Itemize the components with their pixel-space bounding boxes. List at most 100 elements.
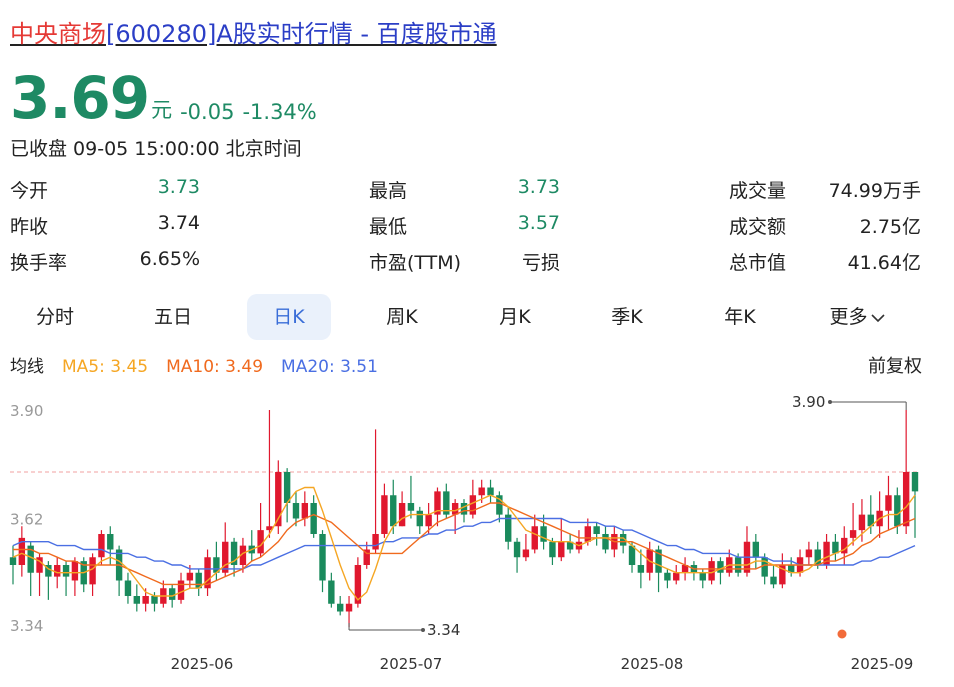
- candle-body: [107, 534, 114, 550]
- candle-body: [133, 596, 141, 604]
- ma5-legend: MA5: 3.45: [62, 357, 149, 377]
- candle-body: [708, 561, 715, 581]
- stat-value: 41.64亿: [847, 252, 921, 274]
- adjust-toggle[interactable]: 前复权: [868, 352, 922, 378]
- stat-value: 3.73: [517, 176, 560, 198]
- candle-body: [398, 503, 406, 527]
- candle-body: [168, 588, 176, 600]
- y-tick-label: 3.62: [10, 511, 43, 529]
- low-label: 3.34: [427, 621, 460, 639]
- kline-chart[interactable]: 3.90 3.62 3.34 3.90 3.34 2025-06 2025-07 2025-0…: [0, 390, 954, 687]
- candle-body: [885, 495, 892, 511]
- stat-label: 成交额: [729, 216, 787, 238]
- tab-2[interactable]: 日K: [247, 294, 331, 340]
- ma-label: 均线: [10, 357, 44, 377]
- ma20-line: [12, 517, 916, 570]
- candle-body: [89, 557, 96, 585]
- candle-body: [593, 526, 600, 534]
- page-title[interactable]: 中央商场[600280]A股实时行情 - 百度股市通: [10, 14, 497, 49]
- stat-label: 成交量: [729, 180, 787, 202]
- stat-label: 最高: [369, 180, 408, 202]
- tab-label: 更多: [829, 306, 868, 328]
- candle-body: [54, 565, 61, 577]
- ma10-legend: MA10: 3.49: [166, 357, 264, 377]
- candle-body: [390, 495, 397, 527]
- tab-label: 五日: [153, 306, 192, 328]
- candle-body: [292, 503, 300, 519]
- candle-body: [752, 541, 760, 558]
- candle-body: [62, 565, 70, 577]
- x-tick-label: 2025-06: [171, 655, 234, 673]
- candle-body: [372, 534, 379, 550]
- stock-name[interactable]: 中央商场: [10, 20, 106, 48]
- candle-body: [478, 487, 485, 496]
- price-unit: 元: [151, 98, 173, 122]
- price-change: -0.05: [180, 100, 235, 124]
- candle-body: [584, 526, 592, 542]
- candle-body: [124, 580, 132, 596]
- price-change-pct: -1.34%: [242, 100, 317, 124]
- current-price: 3.69: [10, 64, 150, 132]
- stat-label: 换手率: [10, 252, 68, 274]
- candle-body: [522, 549, 530, 558]
- candle-body: [222, 541, 229, 573]
- candle-body: [770, 576, 777, 585]
- candle-body: [186, 572, 194, 581]
- tab-label: 季K: [611, 306, 643, 328]
- stat-label: 昨收: [10, 216, 49, 238]
- candle-body: [628, 545, 636, 565]
- candle-body: [336, 603, 344, 612]
- stock-title-rest[interactable]: [600280]A股实时行情 - 百度股市通: [106, 20, 497, 48]
- high-label: 3.90: [792, 393, 825, 411]
- candle-body: [664, 572, 671, 581]
- x-tick-label: 2025-09: [851, 655, 914, 673]
- stat-value: 3.57: [517, 212, 560, 234]
- candle-body: [460, 503, 468, 515]
- candle-body: [328, 580, 335, 604]
- candle-body: [894, 495, 901, 527]
- low-dot: [421, 628, 425, 632]
- x-tick-label: 2025-07: [380, 655, 443, 673]
- stat-value: 3.73: [157, 176, 200, 198]
- tab-5[interactable]: 季K: [585, 294, 669, 340]
- candle-body: [301, 503, 309, 519]
- tab-4[interactable]: 月K: [473, 294, 557, 340]
- stat-value: 3.74: [157, 212, 200, 234]
- candle-body: [345, 603, 353, 612]
- price-row: 3.69元 -0.05 -1.34%: [10, 66, 317, 130]
- stat-label: 总市值: [729, 252, 787, 274]
- candle-body: [717, 561, 724, 573]
- tab-7[interactable]: 更多: [815, 294, 899, 340]
- high-dot: [828, 400, 832, 404]
- tab-label: 日K: [273, 306, 305, 328]
- ma20-legend: MA20: 3.51: [281, 357, 378, 377]
- stat-value: 6.65%: [139, 248, 200, 270]
- tab-label: 分时: [35, 306, 74, 328]
- candle-body: [637, 565, 645, 573]
- candle-body: [911, 472, 919, 492]
- candle-body: [177, 580, 185, 600]
- tab-3[interactable]: 周K: [360, 294, 444, 340]
- candle-body: [98, 534, 105, 558]
- tab-label: 年K: [724, 306, 756, 328]
- chevron-down-icon: [870, 313, 885, 322]
- stat-label: 市盈(TTM): [369, 252, 462, 274]
- candle-body: [469, 495, 477, 515]
- x-tick-label: 2025-08: [621, 655, 684, 673]
- candle-body: [151, 596, 158, 604]
- tab-1[interactable]: 五日: [131, 294, 215, 340]
- candle-body: [416, 510, 423, 527]
- tab-6[interactable]: 年K: [698, 294, 782, 340]
- candle-body: [602, 534, 609, 550]
- candle-body: [673, 572, 680, 581]
- candle-body: [425, 514, 432, 527]
- y-tick-label: 3.90: [10, 402, 43, 420]
- stat-value: 2.75亿: [859, 216, 921, 238]
- period-tabs: 分时 五日 日K 周K 月K 季K 年K 更多: [0, 294, 954, 342]
- tab-label: 周K: [386, 306, 418, 328]
- event-marker: [837, 629, 847, 639]
- y-tick-label: 3.34: [10, 617, 43, 635]
- candle-body: [531, 526, 538, 550]
- candle-body: [283, 472, 291, 503]
- tab-0[interactable]: 分时: [13, 294, 97, 340]
